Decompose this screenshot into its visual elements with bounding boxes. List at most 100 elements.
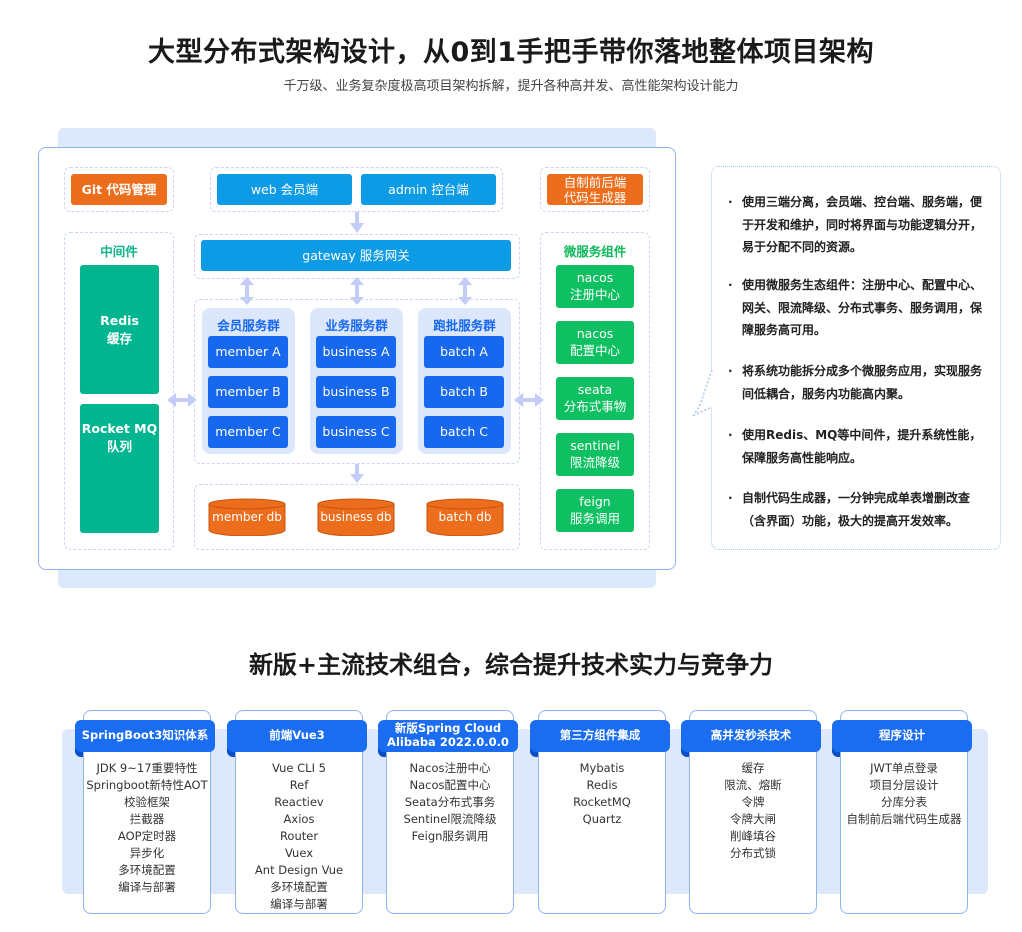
- database-cylinder: business db: [317, 498, 395, 536]
- page-subtitle: 千万级、业务复杂度极高项目架构拆解，提升各种高并发、高性能架构设计能力: [283, 79, 739, 94]
- member-group-title: 会员服务群: [217, 318, 280, 333]
- card-item: Vuex: [284, 846, 314, 860]
- card-item-list: JWT单点登录 项目分层设计 分库分表自制前后端代码生成器: [840, 760, 968, 828]
- card-item-list: 缓存 限流、熔断 令牌 令牌大闸 削峰填谷 分布式锁: [689, 760, 817, 862]
- card-item: Ref: [289, 778, 309, 792]
- business-group-title: 业务服务群: [325, 318, 388, 333]
- card-item: 拦截器: [129, 812, 165, 826]
- component-name: sentinel: [570, 438, 620, 454]
- seata-box: seata 分布式事物: [556, 377, 634, 420]
- card-item: 缓存: [741, 761, 765, 775]
- card-title: SpringBoot3知识体系: [75, 720, 215, 752]
- service-box: batch C: [424, 416, 504, 448]
- bullet-icon: ·: [728, 195, 733, 209]
- bullet-icon: ·: [728, 491, 733, 505]
- card-item-list: JDK 9~17重要特性 Springboot新特性AOT 校验框架拦截器 AOP定时…: [83, 760, 211, 896]
- generator-line1: 自制前后端: [563, 174, 627, 190]
- database-cylinder: batch db: [426, 498, 504, 536]
- component-desc: 限流降级: [569, 454, 620, 470]
- card-item: 分布式锁: [730, 846, 776, 860]
- card-item: 分库分表: [881, 795, 927, 809]
- card-item: Nacos配置中心: [409, 778, 491, 792]
- arrow-down-icon: [350, 212, 364, 233]
- component-desc: 服务调用: [569, 510, 620, 526]
- service-box: business A: [316, 336, 396, 368]
- service-box: member A: [208, 336, 288, 368]
- rocketmq-label: Rocket MQ: [81, 421, 158, 436]
- microservice-title: 微服务组件: [563, 244, 627, 259]
- admin-client-box: admin 控台端: [361, 174, 496, 205]
- database-label: business db: [320, 510, 392, 524]
- card-item: Ant Design Vue: [254, 863, 344, 877]
- batch-group-title: 跑批服务群: [433, 318, 496, 333]
- card-item: 多环境配置: [270, 880, 328, 894]
- card-item: Sentinel限流降级: [403, 812, 497, 826]
- service-box: batch A: [424, 336, 504, 368]
- service-box: business B: [316, 376, 396, 408]
- redis-label: Redis: [100, 313, 139, 328]
- card-title: 前端Vue3: [227, 720, 367, 752]
- component-name: seata: [577, 382, 613, 398]
- card-item: 编译与部署: [118, 880, 176, 894]
- note-item: · 使用三端分离，会员端、控台端、服务端，便于开发和维护，同时将界面与功能逻辑分…: [728, 191, 990, 259]
- note-item: · 使用微服务生态组件：注册中心、配置中心、网关、限流降级、分布式事务、服务调用…: [728, 274, 990, 342]
- card-item: Reactiev: [274, 795, 324, 809]
- redis-desc: 缓存: [106, 330, 132, 346]
- git-box: Git 代码管理: [71, 174, 167, 205]
- database-label: member db: [212, 510, 282, 524]
- component-name: nacos: [576, 270, 614, 286]
- notes-callout: · 使用三端分离，会员端、控台端、服务端，便于开发和维护，同时将界面与功能逻辑分…: [711, 166, 1001, 550]
- card-item: JWT单点登录: [870, 761, 938, 775]
- card-title: 第三方组件集成: [530, 720, 670, 752]
- card-title: 高并发秒杀技术: [681, 720, 821, 752]
- service-box: member B: [208, 376, 288, 408]
- note-item: · 将系统功能拆分成多个微服务应用，实现服务间低耦合，服务内功能高内聚。: [728, 360, 990, 405]
- card-item: Router: [279, 829, 319, 843]
- arrow-leftright-icon: [167, 393, 197, 407]
- card-item: 校验框架: [124, 795, 170, 809]
- sentinel-box: sentinel 限流降级: [556, 433, 634, 476]
- feign-box: feign 服务调用: [556, 489, 634, 532]
- card-item: Vue CLI 5: [272, 761, 326, 775]
- arrow-down-icon: [350, 464, 364, 483]
- nacos-registry-box: nacos 注册中心: [556, 265, 634, 308]
- card-item-list: Nacos注册中心 Nacos配置中心 Seata分布式事务 Sentinel限流降级…: [386, 760, 514, 845]
- service-box: member C: [208, 416, 288, 448]
- middleware-title: 中间件: [100, 244, 138, 259]
- page-title: 大型分布式架构设计，从0到1手把手带你落地整体项目架构: [147, 37, 875, 68]
- component-desc: 分布式事物: [563, 398, 627, 414]
- callout-pointer-icon: [692, 370, 713, 417]
- component-desc: 注册中心: [569, 286, 620, 302]
- redis-box: Redis 缓存: [80, 265, 159, 394]
- card-item: Springboot新特性AOT: [86, 778, 208, 792]
- rocketmq-box: Rocket MQ 队列: [80, 404, 159, 533]
- component-name: nacos: [576, 326, 614, 342]
- rocketmq-desc: 队列: [106, 438, 132, 454]
- card-item: AOP定时器: [117, 829, 177, 843]
- card-item: 令牌大闸: [730, 812, 776, 826]
- service-box: business C: [316, 416, 396, 448]
- card-item: 自制前后端代码生成器: [846, 812, 962, 826]
- note-item: · 使用Redis、MQ等中间件，提升系统性能，保障服务高性能响应。: [728, 424, 990, 469]
- card-item: JDK 9~17重要特性: [96, 761, 198, 775]
- gateway-box: gateway 服务网关: [201, 240, 511, 271]
- bullet-icon: ·: [728, 428, 733, 442]
- nacos-config-box: nacos 配置中心: [556, 321, 634, 364]
- card-title: 程序设计: [832, 720, 972, 752]
- generator-line2: 代码生成器: [563, 189, 627, 205]
- card-item: 多环境配置: [118, 863, 176, 877]
- database-cylinder: member db: [208, 498, 286, 536]
- database-label: batch db: [438, 510, 492, 524]
- card-item: 削峰填谷: [730, 829, 776, 843]
- bullet-icon: ·: [728, 364, 733, 378]
- card-item: RocketMQ: [573, 795, 631, 809]
- card-item: Axios: [283, 812, 315, 826]
- card-item: Nacos注册中心: [409, 761, 491, 775]
- card-item-list: Vue CLI 5 Ref Reactiev Axios Router Vuex Ant D…: [235, 760, 363, 913]
- card-item: 项目分层设计: [869, 778, 939, 792]
- card-item-list: Mybatis Redis RocketMQ Quartz: [538, 760, 666, 828]
- card-item: Seata分布式事务: [404, 795, 496, 809]
- card-item: Mybatis: [579, 761, 625, 775]
- card-item: Feign服务调用: [411, 829, 489, 843]
- card-title: 新版Spring Cloud Alibaba 2022.0.0.0: [378, 720, 518, 752]
